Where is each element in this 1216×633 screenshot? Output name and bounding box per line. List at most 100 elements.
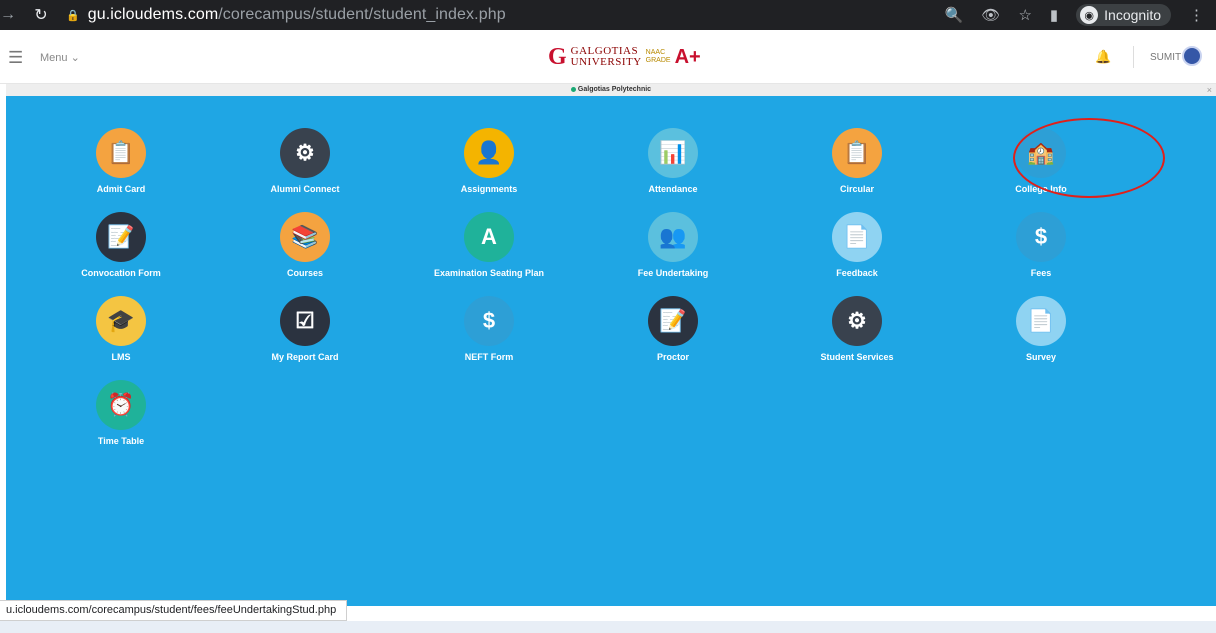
tile-student-services[interactable]: ⚙ Student Services (782, 296, 932, 372)
incognito-icon: ◉ (1080, 6, 1099, 24)
side-panel-icon[interactable]: ▮ (1050, 6, 1058, 24)
logo-grade: A+ (674, 45, 701, 68)
tile-fee-undertaking[interactable]: 👥 Fee Undertaking (598, 212, 748, 288)
icon-glyph: ⚙ (847, 308, 867, 333)
alarm-clock-icon: ⏰ (96, 380, 146, 430)
annotation-circle (1013, 118, 1165, 198)
url-path: /corecampus/student/student_index.php (218, 6, 506, 23)
tile-attendance[interactable]: 📊 Attendance (598, 128, 748, 204)
tile-neft-form[interactable]: $ NEFT Form (414, 296, 564, 372)
tile-label: Survey (1025, 352, 1057, 362)
tile-survey[interactable]: 📄 Survey (966, 296, 1116, 372)
tile-label: Alumni Connect (270, 184, 340, 194)
exam-grade-icon: A (464, 212, 514, 262)
taskbar (0, 621, 1216, 633)
menu-dropdown[interactable]: Menu ⌄ (40, 51, 80, 64)
kebab-menu-icon[interactable]: ⋮ (1189, 6, 1204, 24)
tile-my-report-card[interactable]: ☑ My Report Card (230, 296, 380, 372)
tile-convocation-form[interactable]: 📝 Convocation Form (46, 212, 196, 288)
logo-grade-label: GRADE (645, 57, 671, 64)
zoom-icon[interactable]: 🔍 (945, 6, 964, 24)
tile-time-table[interactable]: ⏰ Time Table (46, 380, 196, 456)
hamburger-icon[interactable]: ☰ (8, 48, 23, 68)
icon-glyph: 📋 (107, 140, 135, 165)
user-name[interactable]: SUMIT (1150, 52, 1181, 63)
clipboard-icon: 📋 (832, 128, 882, 178)
tile-label: Fees (1030, 268, 1052, 278)
tile-label: LMS (111, 352, 131, 362)
survey-doc-icon: 📄 (1016, 296, 1066, 346)
screen: → ↻ 🔒 gu.icloudems.com/corecampus/studen… (0, 0, 1216, 633)
tile-label: Attendance (648, 184, 698, 194)
university-logo[interactable]: G GALGOTIAS UNIVERSITY NAAC GRADE A+ (548, 44, 701, 70)
presentation-icon: 📊 (648, 128, 698, 178)
lock-icon[interactable]: 🔒 (66, 9, 80, 22)
tile-label: Feedback (836, 268, 878, 278)
institute-strip: Galgotias Polytechnic × (6, 84, 1216, 96)
admit-card-icon: 📋 (96, 128, 146, 178)
tile-label: Assignments (460, 184, 518, 194)
tile-proctor[interactable]: 📝 Proctor (598, 296, 748, 372)
status-dot-icon (570, 86, 576, 92)
icon-glyph: $ (1034, 224, 1048, 249)
people-group-icon: 👥 (648, 212, 698, 262)
gears-icon: ⚙ (832, 296, 882, 346)
tile-alumni-connect[interactable]: ⚙ Alumni Connect (230, 128, 380, 204)
books-icon: 📚 (280, 212, 330, 262)
tile-circular[interactable]: 📋 Circular (782, 128, 932, 204)
tile-courses[interactable]: 📚 Courses (230, 212, 380, 288)
logo-sub: UNIVERSITY (570, 56, 642, 68)
icon-glyph: ⚙ (295, 140, 315, 165)
tile-assignments[interactable]: 👤 Assignments (414, 128, 564, 204)
icon-glyph: 👤 (475, 140, 503, 165)
browser-toolbar: → ↻ 🔒 gu.icloudems.com/corecampus/studen… (0, 0, 1216, 30)
tile-label: My Report Card (271, 352, 339, 362)
icon-glyph: 📚 (291, 224, 319, 249)
reload-icon[interactable]: ↻ (34, 5, 48, 25)
incognito-badge[interactable]: ◉ Incognito (1076, 4, 1171, 26)
tile-label: Admit Card (96, 184, 146, 194)
chevron-down-icon: ⌄ (70, 52, 80, 64)
tile-label: Fee Undertaking (637, 268, 709, 278)
tile-label: Examination Seating Plan (433, 268, 545, 278)
student-laptop-icon: 👤 (464, 128, 514, 178)
icon-glyph: 📄 (843, 224, 871, 249)
tile-label: Time Table (97, 436, 145, 446)
menu-label: Menu (40, 52, 68, 64)
tile-fees[interactable]: $ Fees (966, 212, 1116, 288)
tile-label: Student Services (820, 352, 894, 362)
forward-arrow-icon[interactable]: → (0, 6, 16, 24)
eye-off-icon[interactable]: 👁 (981, 6, 1000, 24)
tile-examination-seating-plan[interactable]: A Examination Seating Plan (414, 212, 564, 288)
star-icon[interactable]: ☆ (1018, 6, 1031, 24)
icon-glyph: A (481, 224, 497, 249)
logo-naac: NAAC (645, 49, 666, 56)
bell-icon[interactable]: 🔔 (1095, 49, 1111, 65)
tile-label: Proctor (656, 352, 689, 362)
money-transfer-icon: $ (464, 296, 514, 346)
app-header: ☰ Menu ⌄ G GALGOTIAS UNIVERSITY NAAC GRAD… (0, 30, 1216, 84)
tile-label: Circular (839, 184, 874, 194)
icon-glyph: 🎓 (107, 308, 135, 333)
icon-glyph: 📝 (107, 224, 135, 249)
link-status-bar: u.icloudems.com/corecampus/student/fees/… (0, 600, 348, 621)
icon-glyph: 📝 (659, 308, 687, 333)
tile-lms[interactable]: 🎓 LMS (46, 296, 196, 372)
incognito-label: Incognito (1104, 7, 1161, 23)
gears-icon: ⚙ (280, 128, 330, 178)
tile-admit-card[interactable]: 📋 Admit Card (46, 128, 196, 204)
avatar[interactable] (1182, 46, 1202, 66)
address-bar[interactable]: gu.icloudems.com/corecampus/student/stud… (88, 6, 506, 24)
tile-label: Courses (286, 268, 323, 278)
checklist-icon: ☑ (280, 296, 330, 346)
icon-glyph: 📊 (659, 140, 687, 165)
tile-feedback[interactable]: 📄 Feedback (782, 212, 932, 288)
icon-glyph: 👥 (659, 224, 687, 249)
institute-name: Galgotias Polytechnic (577, 86, 652, 93)
icon-glyph: ⏰ (107, 392, 135, 417)
form-edit-icon: 📝 (96, 212, 146, 262)
icon-glyph: $ (482, 308, 496, 333)
close-icon[interactable]: × (1207, 84, 1212, 96)
url-host: gu.icloudems.com (87, 6, 219, 23)
fees-money-icon: $ (1016, 212, 1066, 262)
